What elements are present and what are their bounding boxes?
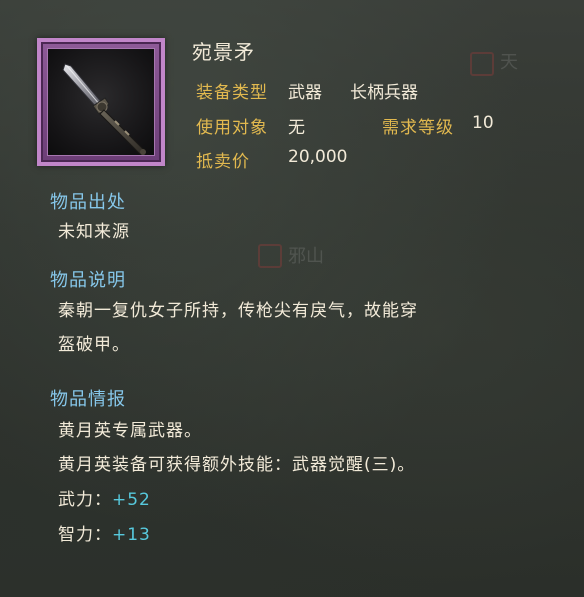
attr-row-strength: 武力：+52 [58, 483, 151, 517]
attr-row-intellect: 智力：+13 [58, 518, 151, 552]
attr-label-intellect: 智力： [58, 525, 112, 545]
item-name: 宛景矛 [192, 40, 255, 64]
attr-label-strength: 武力： [58, 490, 112, 510]
map-seal-icon [258, 244, 282, 268]
equip-type-label: 装备类型 [196, 83, 268, 103]
map-seal-icon [470, 52, 494, 76]
equip-type-value: 武器 [288, 83, 322, 103]
intel-line-2: 黄月英装备可获得额外技能：武器觉醒(三)。 [58, 455, 416, 475]
description-line-2: 盔破甲。 [58, 335, 130, 355]
level-value: 10 [472, 113, 494, 133]
price-value: 20,000 [288, 147, 348, 167]
item-icon-frame [37, 38, 165, 166]
origin-text: 未知来源 [58, 222, 130, 242]
attr-value-strength: +52 [112, 490, 151, 510]
attr-value-intellect: +13 [112, 525, 151, 545]
item-tooltip-panel: 天 邪山 宛景矛 装备类型 武器 长柄兵器 使用对象 无 需求等级 10 抵卖价… [0, 0, 584, 597]
map-mark-top-right: 天 [500, 52, 518, 73]
description-title: 物品说明 [50, 270, 126, 291]
origin-title: 物品出处 [50, 192, 126, 213]
user-value: 无 [288, 118, 305, 138]
level-label: 需求等级 [382, 118, 454, 138]
description-line-1: 秦朝一复仇女子所持，传枪尖有戾气，故能穿 [58, 301, 418, 321]
intel-line-1: 黄月英专属武器。 [58, 421, 202, 441]
price-label: 抵卖价 [196, 152, 250, 172]
intel-title: 物品情报 [50, 389, 126, 410]
equip-subtype-value: 长柄兵器 [350, 83, 418, 103]
user-label: 使用对象 [196, 118, 268, 138]
map-mark-middle: 邪山 [288, 246, 324, 267]
spear-icon [62, 63, 146, 155]
